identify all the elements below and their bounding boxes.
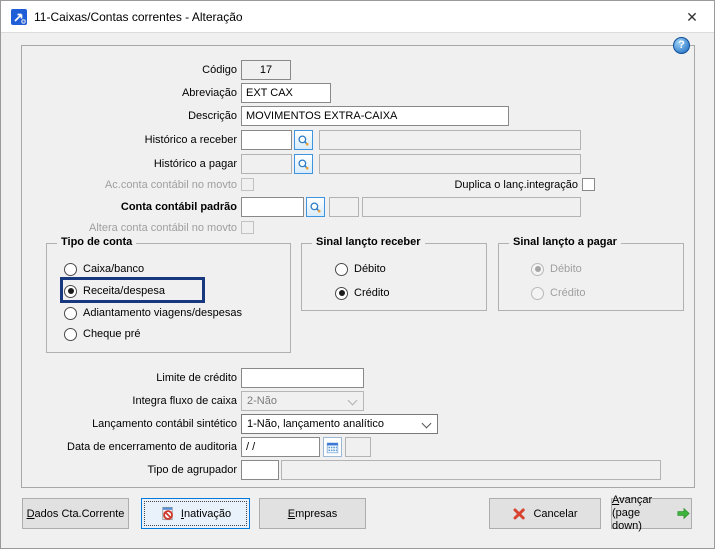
radio-pagar-credito: Crédito: [531, 284, 585, 302]
historico-pagar-lookup-button[interactable]: [294, 154, 313, 174]
abreviacao-input[interactable]: [241, 83, 331, 103]
radio-caixa-banco-label: Caixa/banco: [83, 263, 145, 275]
search-icon: [298, 134, 309, 146]
calendar-picker-button[interactable]: [323, 437, 342, 457]
red-x-icon: [514, 508, 526, 520]
chevron-down-icon: [421, 418, 432, 429]
data-encerramento-input[interactable]: [241, 437, 320, 457]
historico-receber-label: Histórico a receber: [144, 134, 237, 146]
search-icon: [310, 201, 321, 213]
radio-receita-despesa-label: Receita/despesa: [83, 285, 165, 297]
app-icon: [11, 9, 27, 25]
limite-credito-label: Limite de crédito: [156, 372, 237, 384]
dados-cta-corrente-button[interactable]: Dados Cta.Corrente: [22, 498, 129, 529]
radio-pagar-debito-label: Débito: [550, 263, 582, 275]
historico-receber-lookup-button[interactable]: [294, 130, 313, 150]
conta-padrao-desc-field: [362, 197, 581, 217]
radio-cheque-pre-label: Cheque pré: [83, 328, 141, 340]
limite-credito-input[interactable]: [241, 368, 364, 388]
search-icon: [298, 158, 309, 170]
avancar-label: Avançar (page down): [612, 494, 653, 532]
sinal-receber-title: Sinal lançto receber: [312, 236, 425, 248]
lancamento-sintetico-dropdown[interactable]: 1-Não, lançamento analítico: [241, 414, 438, 434]
radio-receber-debito-label: Débito: [354, 263, 386, 275]
codigo-field: 17: [241, 60, 291, 80]
conta-padrao-aux-field: [329, 197, 359, 217]
inativacao-button[interactable]: Inativação: [141, 498, 250, 529]
help-icon[interactable]: ?: [673, 37, 690, 54]
chevron-down-icon: [347, 395, 358, 406]
radio-pagar-credito-label: Crédito: [550, 287, 586, 299]
radio-adiantamento-label: Adiantamento viagens/despesas: [83, 307, 242, 319]
radio-adiantamento[interactable]: Adiantamento viagens/despesas: [64, 304, 242, 322]
dados-cta-corrente-label: Dados Cta.Corrente: [26, 507, 125, 520]
document-blocked-icon: [162, 506, 173, 521]
integra-fluxo-label: Integra fluxo de caixa: [132, 395, 237, 407]
historico-receber-code-input[interactable]: [241, 130, 292, 150]
tipo-agrupador-label: Tipo de agrupador: [147, 464, 238, 476]
calendar-icon: [326, 442, 339, 453]
empresas-button[interactable]: Empresas: [259, 498, 366, 529]
cancelar-button[interactable]: Cancelar: [489, 498, 601, 529]
radio-receber-debito[interactable]: Débito: [335, 260, 386, 278]
green-arrow-right-icon: [677, 507, 690, 520]
radio-cheque-pre[interactable]: Cheque pré: [64, 325, 141, 343]
close-icon[interactable]: ✕: [676, 1, 708, 33]
radio-circle-icon: [64, 327, 77, 341]
descricao-label: Descrição: [188, 110, 237, 122]
window-title: 11-Caixas/Contas correntes - Alteração: [34, 10, 243, 24]
conta-padrao-label: Conta contábil padrão: [120, 201, 237, 213]
radio-circle-icon: [64, 284, 77, 298]
abreviacao-label: Abreviação: [181, 87, 237, 99]
tipo-agrupador-desc-field: [281, 460, 661, 480]
radio-caixa-banco[interactable]: Caixa/banco: [64, 260, 144, 278]
conta-padrao-lookup-button[interactable]: [306, 197, 325, 217]
conta-padrao-code-input[interactable]: [241, 197, 304, 217]
radio-receber-credito[interactable]: Crédito: [335, 284, 389, 302]
radio-circle-icon: [531, 262, 544, 276]
dialog-caixas-contas-correntes: 11-Caixas/Contas correntes - Alteração ✕…: [0, 0, 715, 549]
sinal-pagar-title: Sinal lançto a pagar: [509, 236, 621, 248]
title-bar: 11-Caixas/Contas correntes - Alteração ✕: [1, 1, 714, 33]
avancar-button[interactable]: Avançar (page down): [611, 494, 692, 532]
radio-circle-icon: [64, 306, 77, 320]
radio-receber-credito-label: Crédito: [354, 287, 390, 299]
integra-fluxo-dropdown: 2-Não: [241, 391, 364, 411]
duplica-lanc-checkbox[interactable]: [582, 178, 595, 191]
radio-pagar-debito: Débito: [531, 260, 582, 278]
lancamento-sintetico-value: 1-Não, lançamento analítico: [247, 418, 384, 430]
tipo-agrupador-input[interactable]: [241, 460, 279, 480]
radio-circle-icon: [335, 262, 348, 276]
descricao-input[interactable]: [241, 106, 509, 126]
historico-pagar-code-field: [241, 154, 292, 174]
radio-circle-icon: [335, 286, 348, 300]
ac-conta-movto-label: Ac.conta contábil no movto: [104, 179, 237, 191]
data-encerramento-label: Data de encerramento de auditoria: [67, 441, 237, 453]
data-encerramento-aux-field: [345, 437, 371, 457]
sinal-pagar-group: Sinal lançto a pagar: [498, 236, 684, 311]
radio-receita-despesa[interactable]: Receita/despesa: [64, 282, 165, 300]
historico-receber-desc-field: [319, 130, 581, 150]
codigo-label: Código: [202, 64, 237, 76]
tipo-de-conta-title: Tipo de conta: [57, 236, 137, 248]
altera-conta-movto-checkbox: [241, 221, 254, 234]
ac-conta-movto-checkbox: [241, 178, 254, 191]
integra-fluxo-value: 2-Não: [247, 395, 277, 407]
lancamento-sintetico-label: Lançamento contábil sintético: [92, 418, 237, 430]
radio-circle-icon: [64, 262, 77, 276]
cancelar-label: Cancelar: [533, 507, 578, 520]
historico-pagar-label: Histórico a pagar: [153, 158, 237, 170]
empresas-label: Empresas: [287, 507, 338, 520]
inativacao-label: Inativação: [180, 507, 232, 520]
radio-circle-icon: [531, 286, 544, 300]
altera-conta-movto-label: Altera conta contábil no movto: [89, 222, 237, 234]
historico-pagar-desc-field: [319, 154, 581, 174]
duplica-lanc-label: Duplica o lanç.integração: [454, 179, 578, 191]
sinal-receber-group: Sinal lançto receber: [301, 236, 487, 311]
